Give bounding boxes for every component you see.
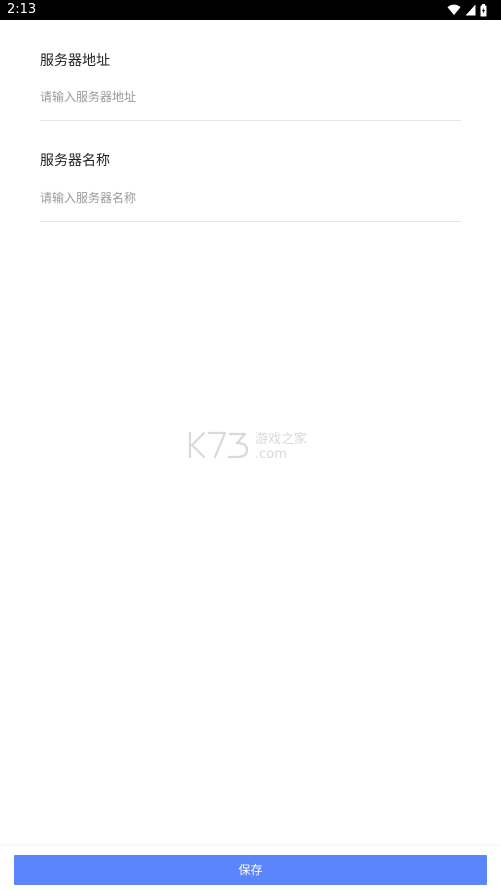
status-icons (447, 3, 487, 17)
server-address-label: 服务器地址 (40, 53, 110, 69)
watermark-domain: .com (255, 447, 287, 462)
server-address-divider (40, 120, 461, 121)
status-bar: 2:13 (0, 0, 501, 20)
server-name-input[interactable] (40, 186, 461, 210)
server-address-input[interactable] (40, 85, 461, 109)
wifi-icon (447, 4, 461, 16)
watermark-tagline: 游戏之家 (255, 431, 307, 447)
server-name-label: 服务器名称 (40, 153, 110, 169)
app-screen: 2:13 服务器地址 请输入服务器地址 服务器名称 请输入服务器名称 游戏之家 … (0, 0, 501, 891)
status-time: 2:13 (7, 2, 37, 17)
k73-watermark-logo: 游戏之家 .com (187, 428, 315, 462)
signal-icon (465, 4, 476, 16)
save-button[interactable]: 保存 (14, 855, 487, 885)
server-name-divider (40, 221, 461, 222)
battery-icon (480, 3, 487, 17)
